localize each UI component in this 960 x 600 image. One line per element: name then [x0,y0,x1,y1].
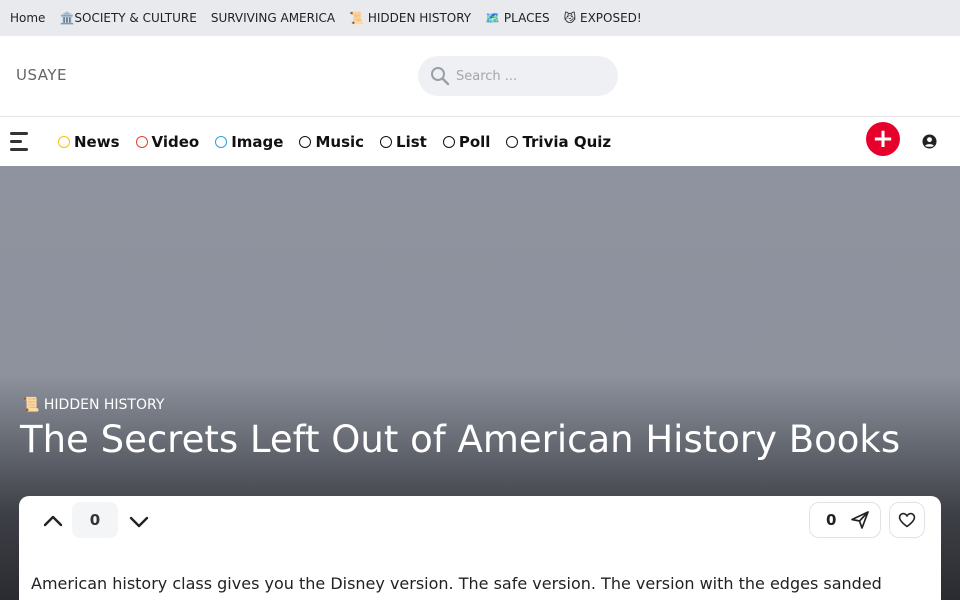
search-box[interactable] [418,56,618,96]
heart-icon [898,512,916,528]
nav-item-label: News [74,132,120,151]
nav-items: News Video Image Music List Poll Trivia … [58,117,627,166]
topbar-link-society-culture[interactable]: 🏛️SOCIETY & CULTURE [59,11,196,25]
poll-dot-icon [442,135,455,148]
nav-item-news[interactable]: News [58,133,120,151]
topbar-link-hidden-history[interactable]: 📜 HIDDEN HISTORY [349,11,471,25]
upvote-button[interactable] [39,506,67,534]
plus-icon: + [872,124,894,154]
top-menu-bar: Home 🏛️SOCIETY & CULTURE SURVIVING AMERI… [0,0,960,36]
menu-icon[interactable] [10,132,32,152]
main-nav: News Video Image Music List Poll Trivia … [0,117,960,166]
create-post-button[interactable]: + [866,122,900,156]
nav-item-label: Video [151,132,200,151]
chevron-down-icon [129,516,149,528]
user-icon[interactable] [922,134,937,149]
video-dot-icon [135,135,148,148]
article-intro: American history class gives you the Dis… [31,574,882,593]
nav-item-label: List [396,132,427,151]
trivia-quiz-dot-icon [506,135,519,148]
vote-count: 0 [72,502,118,538]
site-logo[interactable]: USAYE [16,66,67,84]
nav-item-label: Music [315,132,365,151]
article-card: 0 0 American history class gives you the… [19,496,941,600]
nav-item-trivia-quiz[interactable]: Trivia Quiz [506,133,611,151]
nav-item-label: Trivia Quiz [522,132,612,151]
downvote-button[interactable] [125,508,153,536]
send-icon [850,510,870,530]
nav-item-video[interactable]: Video [135,132,200,151]
nav-item-label: Image [231,132,284,151]
chevron-up-icon [43,515,63,527]
topbar-link-home[interactable]: Home [10,11,45,25]
nav-item-music[interactable]: Music [299,133,364,151]
share-count: 0 [826,511,837,529]
nav-item-poll[interactable]: Poll [442,132,491,151]
post-category[interactable]: 📜 HIDDEN HISTORY [22,397,164,413]
post-title: The Secrets Left Out of American History… [20,418,901,461]
share-button[interactable]: 0 [809,502,881,538]
topbar-link-places[interactable]: 🗺️ PLACES [485,11,550,25]
search-icon[interactable] [430,66,450,86]
list-dot-icon [380,135,393,148]
music-dot-icon [299,135,312,148]
nav-item-list[interactable]: List [380,133,427,151]
search-input[interactable] [456,68,606,84]
topbar-link-surviving-america[interactable]: SURVIVING AMERICA [211,11,335,25]
image-dot-icon [215,135,228,148]
site-header: USAYE [0,36,960,117]
like-button[interactable] [889,502,925,538]
topbar-link-exposed[interactable]: 😼 EXPOSED! [564,11,642,25]
nav-item-label: Poll [458,132,491,151]
news-dot-icon [58,135,70,148]
nav-item-image[interactable]: Image [215,133,283,151]
